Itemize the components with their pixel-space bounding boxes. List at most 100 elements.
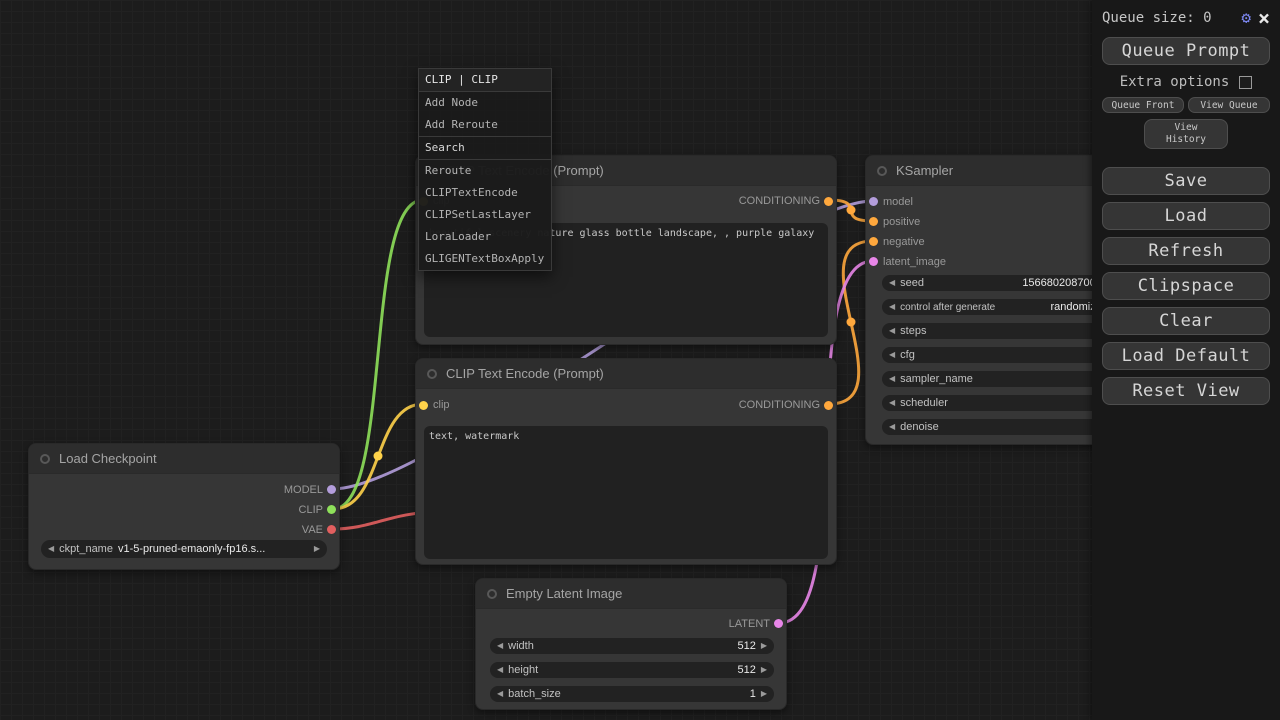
widget-value: v1-5-pruned-emaonly-fp16.s... <box>118 543 265 555</box>
input-port-negative[interactable] <box>869 237 878 246</box>
increment-icon[interactable]: ▶ <box>761 666 767 674</box>
clear-button[interactable]: Clear <box>1102 307 1270 335</box>
input-port-model[interactable] <box>869 197 878 206</box>
output-port-latent[interactable] <box>774 619 783 628</box>
menu-panel: Queue size: 0 ⚙ × Queue Prompt Extra opt… <box>1092 0 1280 720</box>
widget-label: denoise <box>900 421 939 433</box>
input-label-latent-image: latent_image <box>883 256 946 268</box>
decrement-icon[interactable]: ◀ <box>889 351 895 359</box>
refresh-button[interactable]: Refresh <box>1102 237 1270 265</box>
input-port-latent-image[interactable] <box>869 257 878 266</box>
decrement-icon[interactable]: ◀ <box>889 327 895 335</box>
input-port-positive[interactable] <box>869 217 878 226</box>
decrement-icon[interactable]: ◀ <box>889 423 895 431</box>
node-title-bar[interactable]: Empty Latent Image <box>476 579 786 609</box>
save-button[interactable]: Save <box>1102 167 1270 195</box>
menu-item-reroute[interactable]: Reroute <box>419 160 551 182</box>
context-menu: CLIP | CLIP Add Node Add Reroute Search … <box>418 68 552 271</box>
widget-label: scheduler <box>900 397 948 409</box>
queue-prompt-button[interactable]: Queue Prompt <box>1102 37 1270 65</box>
widget-label: ckpt_name <box>59 543 113 555</box>
input-port-clip[interactable] <box>419 401 428 410</box>
widget-label: width <box>508 640 534 652</box>
load-default-button[interactable]: Load Default <box>1102 342 1270 370</box>
decrement-icon[interactable]: ◀ <box>889 375 895 383</box>
widget-denoise[interactable]: ◀ denoise ▶ <box>882 419 1120 435</box>
clipspace-button[interactable]: Clipspace <box>1102 272 1270 300</box>
settings-gear-icon[interactable]: ⚙ <box>1241 10 1251 26</box>
output-port-clip[interactable] <box>327 505 336 514</box>
menu-item-loraloader[interactable]: LoraLoader <box>419 226 551 248</box>
widget-label: control after generate <box>900 302 995 313</box>
menu-item-gligentextboxapply[interactable]: GLIGENTextBoxApply <box>419 248 551 270</box>
output-label-clip: CLIP <box>299 504 323 516</box>
decrement-icon[interactable]: ◀ <box>497 690 503 698</box>
queue-size-label: Queue size: 0 <box>1102 10 1212 26</box>
output-label-conditioning: CONDITIONING <box>739 399 820 411</box>
menu-item-clipsetlastlayer[interactable]: CLIPSetLastLayer <box>419 204 551 226</box>
increment-icon[interactable]: ▶ <box>761 642 767 650</box>
widget-label: cfg <box>900 349 915 361</box>
decrement-icon[interactable]: ◀ <box>889 399 895 407</box>
output-label-vae: VAE <box>302 524 323 536</box>
input-label-negative: negative <box>883 236 925 248</box>
node-title-bar[interactable]: CLIP Text Encode (Prompt) <box>416 359 836 389</box>
output-port-conditioning[interactable] <box>824 197 833 206</box>
prompt-textarea[interactable]: text, watermark <box>424 426 828 559</box>
node-title: KSampler <box>896 163 953 178</box>
extra-options-checkbox[interactable] <box>1239 76 1252 89</box>
node-clip-text-encode-2[interactable]: CLIP Text Encode (Prompt) clip CONDITION… <box>415 358 837 565</box>
decrement-icon[interactable]: ◀ <box>48 545 54 553</box>
widget-batch-size[interactable]: ◀ batch_size 1 ▶ <box>490 686 774 702</box>
widget-label: height <box>508 664 538 676</box>
output-label-model: MODEL <box>284 484 323 496</box>
decrement-icon[interactable]: ◀ <box>889 279 895 287</box>
widget-value: 1 <box>750 688 756 700</box>
widget-label: steps <box>900 325 926 337</box>
output-label-latent: LATENT <box>729 618 770 630</box>
output-port-vae[interactable] <box>327 525 336 534</box>
increment-icon[interactable]: ▶ <box>761 690 767 698</box>
reset-view-button[interactable]: Reset View <box>1102 377 1270 405</box>
menu-item-add-node[interactable]: Add Node <box>419 92 551 114</box>
input-label-positive: positive <box>883 216 920 228</box>
output-label-conditioning: CONDITIONING <box>739 195 820 207</box>
widget-width[interactable]: ◀ width 512 ▶ <box>490 638 774 654</box>
input-label-model: model <box>883 196 913 208</box>
widget-label: seed <box>900 277 924 289</box>
widget-sampler-name[interactable]: ◀ sampler_name ▶ <box>882 371 1120 387</box>
increment-icon[interactable]: ▶ <box>314 545 320 553</box>
load-button[interactable]: Load <box>1102 202 1270 230</box>
widget-ckpt-name[interactable]: ◀ ckpt_name v1-5-pruned-emaonly-fp16.s..… <box>41 540 327 558</box>
queue-front-button[interactable]: Queue Front <box>1102 97 1184 113</box>
node-status-dot <box>877 166 887 176</box>
input-label-clip: clip <box>433 399 450 411</box>
node-title: CLIP Text Encode (Prompt) <box>446 366 604 381</box>
menu-item-add-reroute[interactable]: Add Reroute <box>419 114 551 136</box>
menu-item-cliptextencode[interactable]: CLIPTextEncode <box>419 182 551 204</box>
widget-control-after-generate[interactable]: ◀ control after generate randomize ▶ <box>882 299 1120 315</box>
node-load-checkpoint[interactable]: Load Checkpoint MODEL CLIP VAE ◀ ckpt_na… <box>28 443 340 570</box>
view-queue-button[interactable]: View Queue <box>1188 97 1270 113</box>
app-window: Load Checkpoint MODEL CLIP VAE ◀ ckpt_na… <box>0 0 1280 720</box>
view-history-button[interactable]: View History <box>1144 119 1228 149</box>
output-port-conditioning[interactable] <box>824 401 833 410</box>
widget-steps[interactable]: ◀ steps ▶ <box>882 323 1120 339</box>
widget-height[interactable]: ◀ height 512 ▶ <box>490 662 774 678</box>
node-title: Load Checkpoint <box>59 451 157 466</box>
widget-scheduler[interactable]: ◀ scheduler ▶ <box>882 395 1120 411</box>
widget-seed[interactable]: ◀ seed 1566802087002 ▶ <box>882 275 1120 291</box>
context-menu-title: CLIP | CLIP <box>419 69 551 92</box>
widget-cfg[interactable]: ◀ cfg ▶ <box>882 347 1120 363</box>
decrement-icon[interactable]: ◀ <box>889 303 895 311</box>
node-empty-latent-image[interactable]: Empty Latent Image LATENT ◀ width 512 ▶ … <box>475 578 787 710</box>
menu-item-search[interactable]: Search <box>419 137 551 159</box>
node-title-bar[interactable]: Load Checkpoint <box>29 444 339 474</box>
close-icon[interactable]: × <box>1258 8 1270 28</box>
output-port-model[interactable] <box>327 485 336 494</box>
node-title: Empty Latent Image <box>506 586 622 601</box>
node-status-dot <box>40 454 50 464</box>
decrement-icon[interactable]: ◀ <box>497 642 503 650</box>
node-status-dot <box>487 589 497 599</box>
decrement-icon[interactable]: ◀ <box>497 666 503 674</box>
